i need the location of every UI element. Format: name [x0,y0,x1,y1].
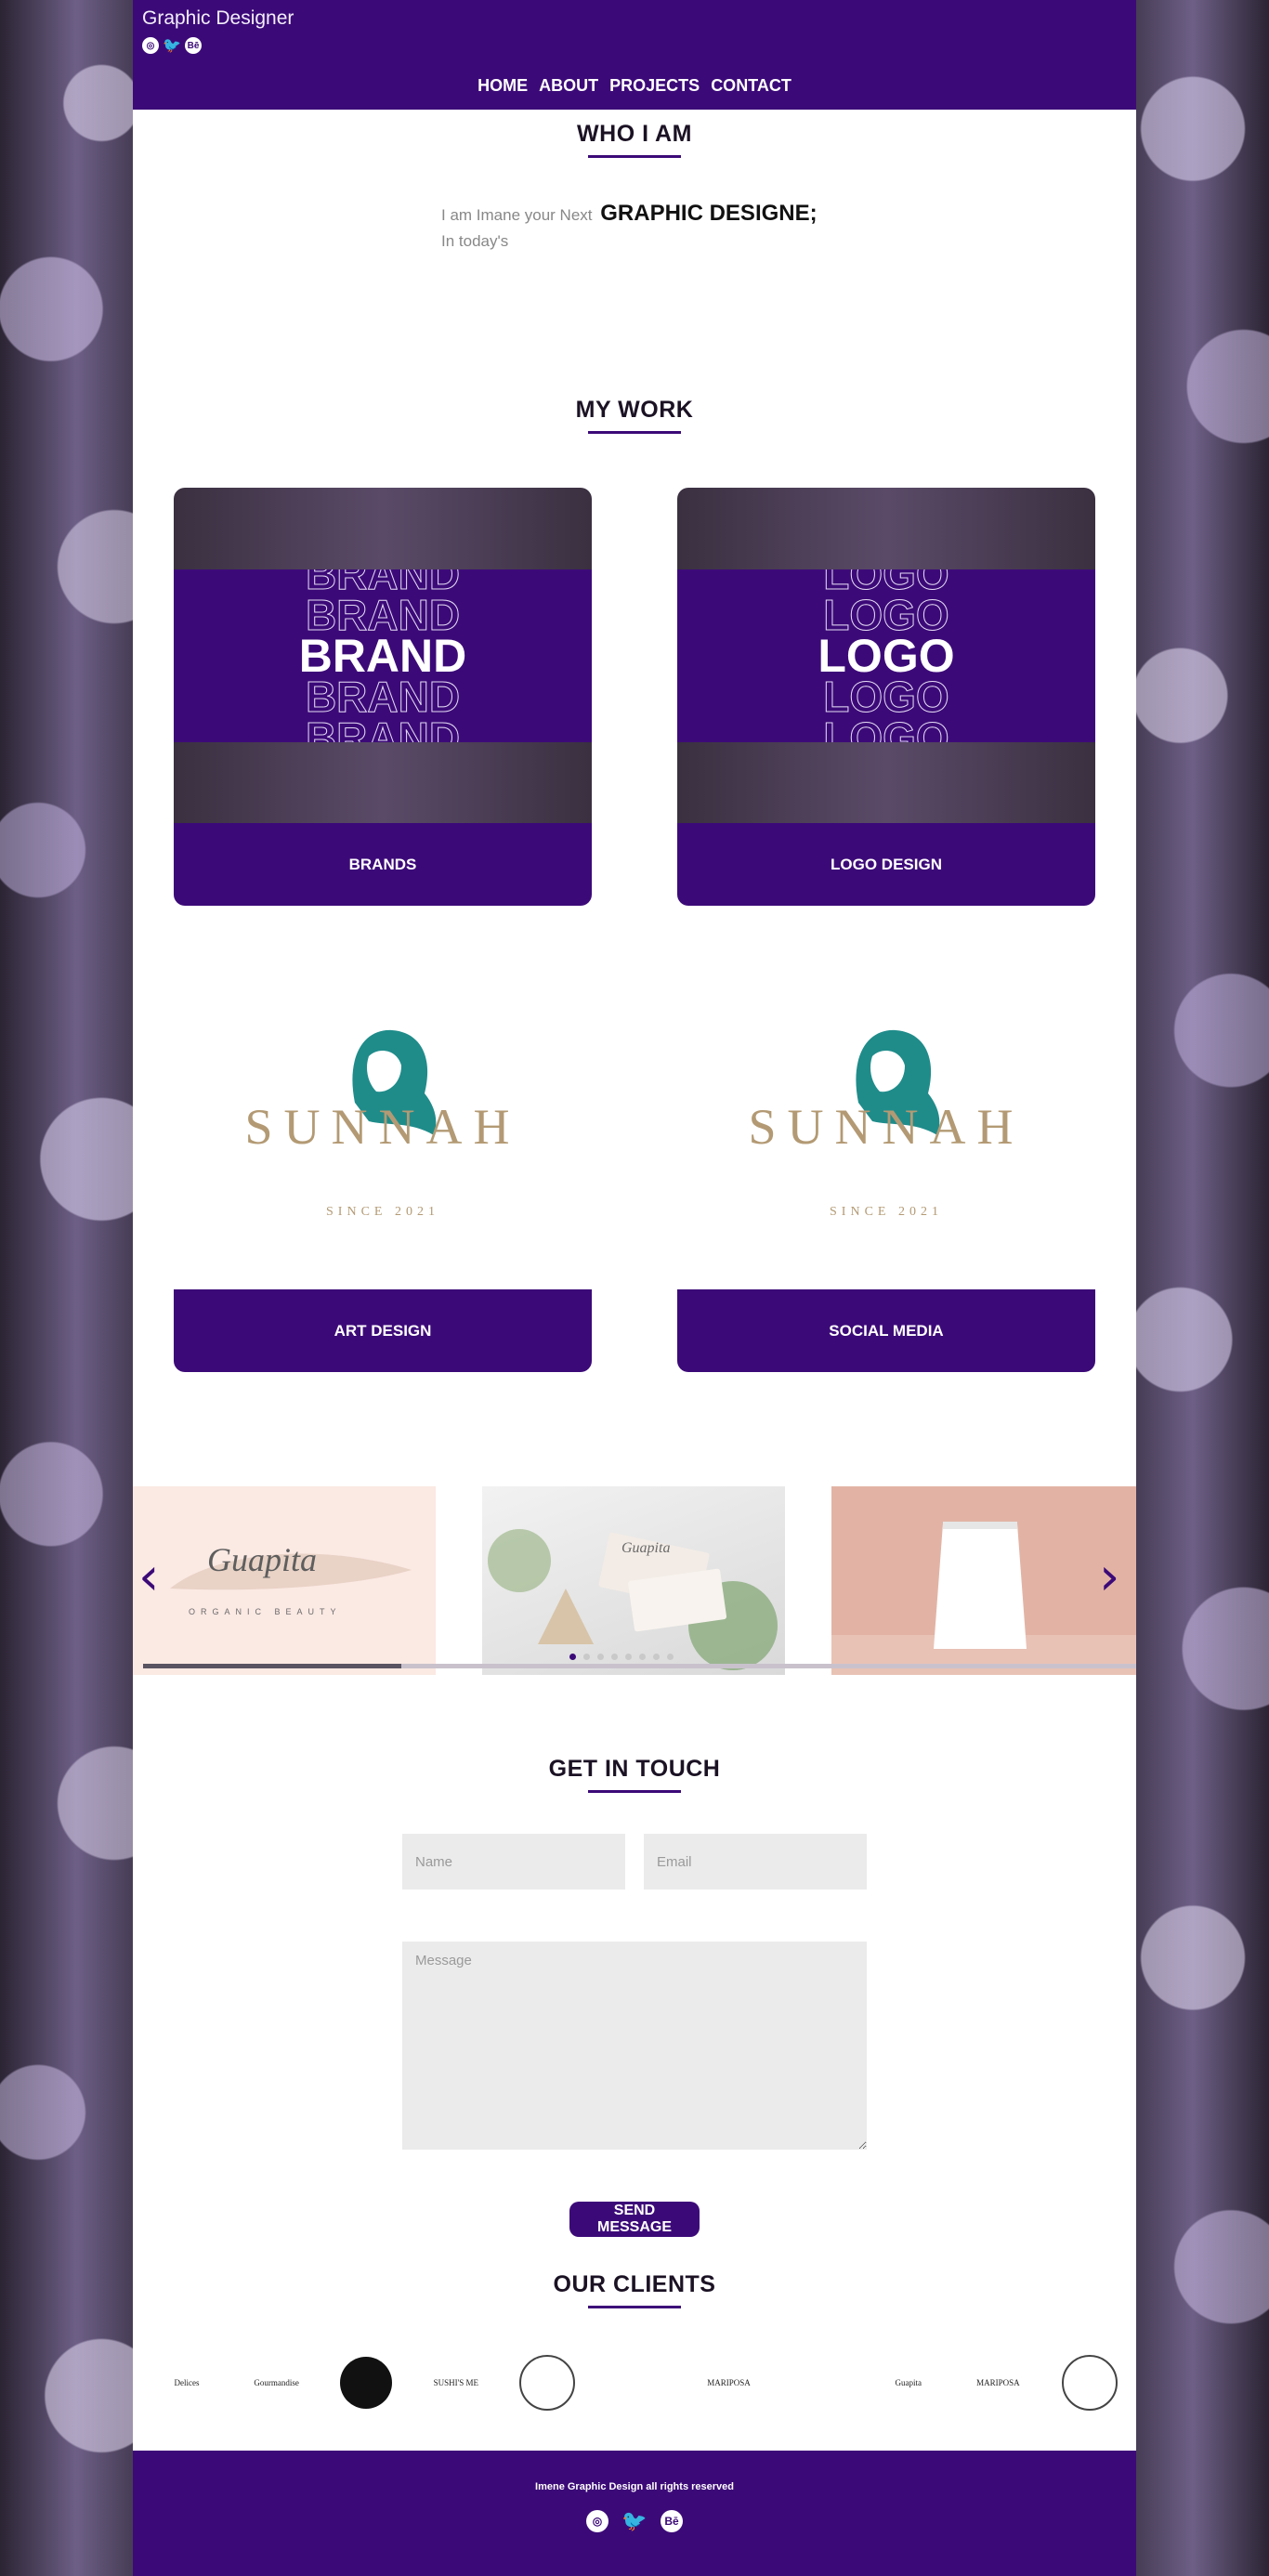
twitter-icon[interactable]: 🐦 [163,37,181,54]
work-card-brands[interactable]: BRAND BRAND BRAND BRAND BRAND BRANDS [174,488,592,906]
card-label[interactable]: BRANDS [174,823,592,906]
page-container: Graphic Designer ◎ 🐦 Bē HOME ABOUT PROJE… [133,0,1136,2576]
message-field[interactable] [402,1942,867,2150]
who-line2: In today's [441,232,509,250]
who-title: WHO I AM [577,121,692,147]
carousel-slide[interactable] [831,1486,1136,1675]
copyright-text: Imene Graphic Design all rights reserved [535,2481,734,2492]
client-logo [613,2357,665,2409]
client-logo [1061,2355,1118,2411]
instagram-icon[interactable]: ◎ [586,2510,608,2532]
client-logo [792,2357,844,2409]
header-social-links: ◎ 🐦 Bē [142,37,202,54]
client-logo: Gourmandise [254,2378,299,2387]
behance-icon[interactable]: Bē [185,37,202,54]
behance-icon[interactable]: Bē [661,2510,683,2532]
clients-section: OUR CLIENTS [133,2271,1136,2308]
title-underline [588,1790,681,1793]
card-image: BRAND BRAND BRAND BRAND BRAND [174,488,592,823]
title-underline [588,155,681,158]
nav-home[interactable]: HOME [478,76,528,96]
sunnah-since: SINCE 2021 [830,1205,943,1219]
main-nav: HOME ABOUT PROJECTS CONTACT [133,76,1136,96]
title-underline [588,2306,681,2308]
work-section: MY WORK [133,397,1136,434]
work-card-art-design[interactable]: SUNNAH SINCE 2021 ART DESIGN [174,954,592,1372]
site-title[interactable]: Graphic Designer [142,7,294,30]
carousel-slide[interactable]: Guapita ORGANIC BEAUTY [133,1486,436,1675]
clients-title: OUR CLIENTS [553,2271,716,2297]
slide-title: Guapita [621,1540,671,1556]
carousel-dot[interactable] [667,1654,674,1660]
who-section: WHO I AM I am Imane your Next GRAPHIC DE… [133,121,1136,250]
who-text: I am Imane your Next GRAPHIC DESIGNE; In… [441,201,818,251]
nav-projects[interactable]: PROJECTS [609,76,700,96]
who-headline: GRAPHIC DESIGNE; [600,201,818,226]
client-logo: MARIPOSA [707,2378,751,2387]
client-logos: Delices Gourmandise SUSHI'S ME MARIPOSA … [161,2350,1118,2415]
carousel-progress [143,1664,1136,1668]
carousel-dot[interactable] [625,1654,632,1660]
card-image: SUNNAH SINCE 2021 [174,954,592,1289]
slide-subtitle: ORGANIC BEAUTY [189,1607,342,1616]
card-label[interactable]: SOCIAL MEDIA [677,1289,1095,1372]
contact-title: GET IN TOUCH [548,1756,721,1782]
client-logo: MARIPOSA [976,2378,1020,2387]
name-field[interactable] [402,1834,625,1890]
carousel-dot[interactable] [611,1654,618,1660]
carousel-next-icon[interactable]: › [1099,1551,1119,1603]
card-label[interactable]: ART DESIGN [174,1289,592,1372]
carousel-dot[interactable] [653,1654,660,1660]
client-logo: Guapita [895,2378,922,2387]
client-logo [519,2355,576,2411]
title-underline [588,431,681,434]
carousel-progress-fill [143,1664,402,1668]
work-card-logo-design[interactable]: LOGO LOGO LOGO LOGO LOGO LOGO DESIGN [677,488,1095,906]
card-image: LOGO LOGO LOGO LOGO LOGO [677,488,1095,823]
sunnah-since: SINCE 2021 [326,1205,439,1219]
carousel-slide[interactable]: Guapita [482,1486,785,1675]
work-card-social-media[interactable]: SUNNAH SINCE 2021 SOCIAL MEDIA [677,954,1095,1372]
send-message-button[interactable]: SEND MESSAGE [569,2202,700,2237]
client-logo [340,2357,393,2409]
site-header: Graphic Designer ◎ 🐦 Bē HOME ABOUT PROJE… [133,0,1136,110]
carousel-dot[interactable] [569,1654,576,1660]
slide-title: Guapita [207,1541,318,1578]
carousel-dot[interactable] [639,1654,646,1660]
who-intro: I am Imane your Next [441,206,593,224]
work-title: MY WORK [575,397,694,423]
carousel-prev-icon[interactable]: ‹ [138,1551,159,1603]
carousel-dots [569,1654,674,1660]
carousel-dot[interactable] [583,1654,590,1660]
client-logo: SUSHI'S ME [433,2378,478,2387]
email-field[interactable] [644,1834,867,1890]
sunnah-wordmark: SUNNAH [244,1099,521,1155]
nav-contact[interactable]: CONTACT [711,76,791,96]
card-image: SUNNAH SINCE 2021 [677,954,1095,1289]
sunnah-wordmark: SUNNAH [748,1099,1025,1155]
card-label[interactable]: LOGO DESIGN [677,823,1095,906]
twitter-icon[interactable]: 🐦 [621,2509,647,2532]
projects-carousel[interactable]: Guapita ORGANIC BEAUTY Guapita ‹ › [133,1486,1136,1675]
footer-social-links: ◎ 🐦 Bē [133,2509,1136,2532]
instagram-icon[interactable]: ◎ [142,37,159,54]
site-footer: Imene Graphic Design all rights reserved… [133,2451,1136,2576]
contact-section: GET IN TOUCH [133,1756,1136,1793]
carousel-dot[interactable] [597,1654,604,1660]
nav-about[interactable]: ABOUT [539,76,598,96]
client-logo: Delices [174,2378,200,2387]
